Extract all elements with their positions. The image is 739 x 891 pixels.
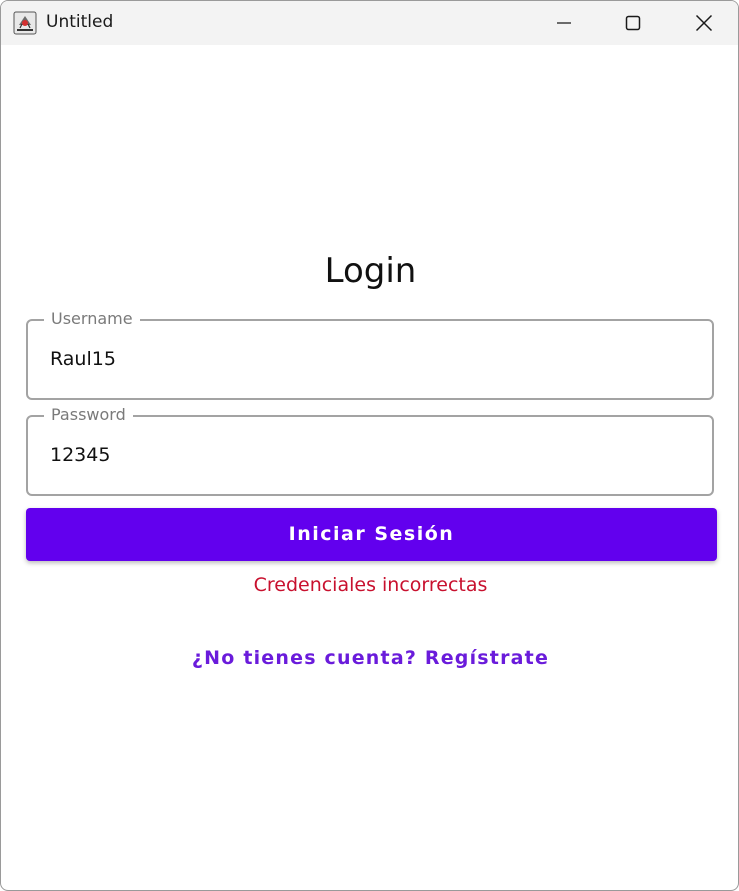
- title-bar[interactable]: Untitled: [1, 1, 738, 45]
- password-label: Password: [44, 405, 133, 424]
- window-title: Untitled: [46, 12, 114, 32]
- username-label: Username: [44, 309, 140, 328]
- register-link[interactable]: ¿No tienes cuenta? Regístrate: [1, 647, 738, 669]
- close-button[interactable]: [672, 1, 736, 45]
- minimize-icon: [557, 22, 571, 24]
- minimize-button[interactable]: [532, 1, 596, 45]
- close-icon: [695, 14, 713, 32]
- password-input[interactable]: [50, 441, 690, 469]
- username-field[interactable]: Username: [26, 309, 714, 400]
- username-input[interactable]: [50, 345, 690, 373]
- password-field[interactable]: Password: [26, 405, 714, 496]
- page-title: Login: [324, 251, 417, 291]
- error-message: Credenciales incorrectas: [253, 574, 488, 596]
- java-app-icon: [13, 11, 37, 35]
- maximize-icon: [625, 15, 641, 31]
- app-window: Untitled Login Username Password Iniciar…: [0, 0, 739, 891]
- login-button[interactable]: Iniciar Sesión: [26, 508, 717, 561]
- maximize-button[interactable]: [601, 1, 665, 45]
